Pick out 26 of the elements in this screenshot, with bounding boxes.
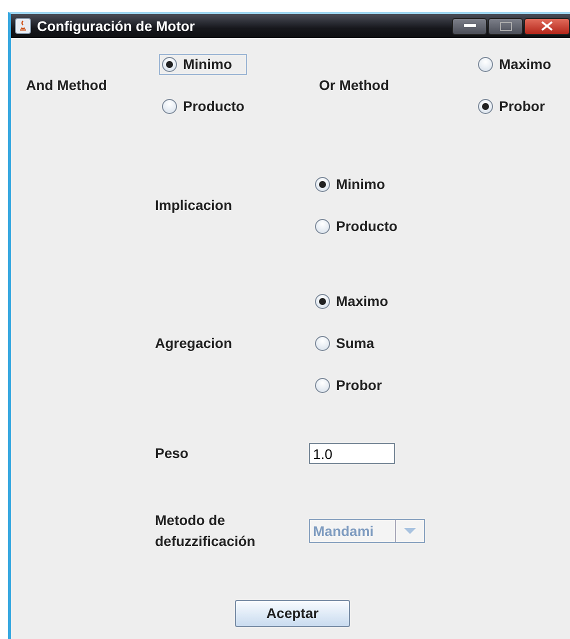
group-label: And Method — [26, 76, 108, 95]
dropdown-arrow-icon — [404, 528, 416, 534]
field-label: Metodo de defuzzificación — [155, 511, 256, 551]
group-label: Or Method — [319, 76, 390, 95]
radio-option[interactable]: Minimo — [312, 174, 400, 195]
minimize-icon — [464, 24, 476, 28]
weight-field[interactable]: 1.0 — [309, 443, 395, 464]
close-button[interactable] — [524, 18, 570, 34]
radio-option[interactable]: Probor — [312, 375, 392, 396]
maximize-button[interactable] — [488, 18, 523, 34]
radio-option[interactable]: Producto — [312, 216, 400, 237]
radio-option[interactable]: Suma — [312, 333, 392, 354]
radio-option[interactable]: Probor — [475, 96, 554, 117]
accept-button[interactable]: Aceptar — [235, 600, 350, 627]
radio-option[interactable]: Maximo — [312, 291, 392, 312]
window-title: Configuración de Motor — [37, 16, 195, 36]
field-label: Peso — [155, 444, 190, 463]
close-icon — [541, 21, 553, 31]
group-label: Implicacion — [155, 196, 234, 215]
maximize-icon — [500, 22, 512, 30]
group-label: Agregacion — [155, 334, 234, 353]
radio-option[interactable]: Minimo — [159, 54, 248, 75]
radio-option[interactable]: Maximo — [475, 54, 554, 75]
radio-option[interactable]: Producto — [159, 96, 248, 117]
app-icon — [15, 18, 31, 34]
minimize-button[interactable] — [452, 18, 487, 34]
